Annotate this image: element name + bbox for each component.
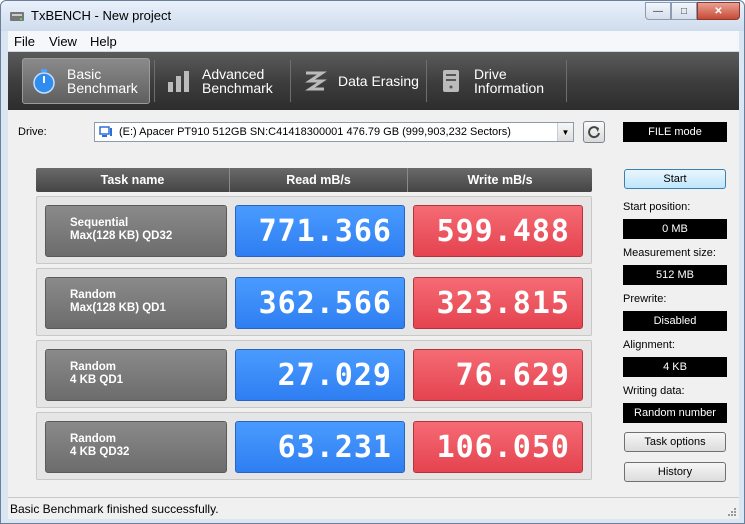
menu-bar: File View Help bbox=[8, 31, 739, 52]
results-table-header: Task name Read mB/s Write mB/s bbox=[36, 168, 592, 192]
bar-chart-icon bbox=[168, 71, 189, 92]
file-mode-badge: FILE mode bbox=[623, 122, 727, 142]
toolbar-separator bbox=[154, 60, 155, 102]
task-name-line1: Random bbox=[70, 289, 116, 301]
eraser-icon bbox=[305, 71, 327, 91]
disk-icon bbox=[99, 126, 112, 137]
menu-file[interactable]: File bbox=[14, 34, 35, 49]
toolbar: Basic Benchmark Advanced Benchmark Data Er… bbox=[8, 52, 739, 110]
alignment-label: Alignment: bbox=[623, 339, 675, 351]
menu-view[interactable]: View bbox=[49, 34, 77, 49]
start-position-label: Start position: bbox=[623, 201, 691, 213]
task-button[interactable]: Random Max(128 KB) QD1 bbox=[45, 277, 227, 329]
read-value: 27.029 bbox=[235, 349, 405, 401]
drive-icon bbox=[443, 70, 459, 92]
tab-advanced-benchmark[interactable]: Advanced Benchmark bbox=[158, 58, 286, 104]
write-value: 599.488 bbox=[413, 205, 583, 257]
app-icon bbox=[10, 12, 24, 21]
prewrite-value: Disabled bbox=[623, 311, 727, 331]
main-panel: Drive: (E:) Apacer PT910 512GB SN:C41418… bbox=[8, 110, 739, 497]
status-text: Basic Benchmark finished successfully. bbox=[10, 502, 219, 516]
tab-data-erasing[interactable]: Data Erasing bbox=[294, 58, 422, 104]
task-button[interactable]: Random 4 KB QD1 bbox=[45, 349, 227, 401]
drive-select[interactable]: (E:) Apacer PT910 512GB SN:C41418300001 … bbox=[94, 122, 574, 142]
alignment-value: 4 KB bbox=[623, 357, 727, 377]
drive-label: Drive: bbox=[18, 126, 47, 138]
read-value: 63.231 bbox=[235, 421, 405, 473]
app-window: TxBENCH - New project — □ ✕ File View He… bbox=[0, 0, 745, 524]
task-name-line1: Random bbox=[70, 433, 116, 445]
toolbar-separator bbox=[290, 60, 291, 102]
start-button[interactable]: Start bbox=[624, 169, 726, 189]
task-name-line2: 4 KB QD32 bbox=[70, 446, 130, 458]
menu-help[interactable]: Help bbox=[90, 34, 117, 49]
result-row-random-max-qd1: Random Max(128 KB) QD1 362.566 323.815 bbox=[36, 268, 592, 336]
header-read: Read mB/s bbox=[230, 168, 408, 192]
history-button[interactable]: History bbox=[624, 462, 726, 482]
stopwatch-icon bbox=[33, 69, 55, 94]
maximize-icon: □ bbox=[680, 5, 688, 17]
refresh-icon bbox=[588, 126, 600, 139]
read-value: 771.366 bbox=[235, 205, 405, 257]
minimize-button[interactable]: — bbox=[645, 2, 671, 20]
minimize-icon: — bbox=[653, 5, 663, 17]
tab-basic-benchmark[interactable]: Basic Benchmark bbox=[22, 58, 150, 104]
start-position-value: 0 MB bbox=[623, 219, 727, 239]
tab-drive-information-line2: Information bbox=[474, 80, 545, 96]
result-row-sequential-qd32: Sequential Max(128 KB) QD32 771.366 599.… bbox=[36, 196, 592, 264]
status-bar: Basic Benchmark finished successfully. bbox=[8, 497, 739, 519]
task-name-line1: Random bbox=[70, 361, 116, 373]
task-name-line2: 4 KB QD1 bbox=[70, 374, 124, 386]
maximize-button[interactable]: □ bbox=[671, 2, 697, 20]
header-task-name: Task name bbox=[36, 168, 230, 192]
task-name-line2: Max(128 KB) QD1 bbox=[70, 302, 166, 314]
write-value: 323.815 bbox=[413, 277, 583, 329]
toolbar-separator bbox=[566, 60, 567, 102]
measurement-size-label: Measurement size: bbox=[623, 247, 716, 259]
close-icon: ✕ bbox=[714, 5, 723, 17]
tab-data-erasing-label: Data Erasing bbox=[338, 73, 419, 89]
chevron-down-icon[interactable]: ▼ bbox=[557, 123, 573, 141]
measurement-size-value: 512 MB bbox=[623, 265, 727, 285]
result-row-random-4k-qd1: Random 4 KB QD1 27.029 76.629 bbox=[36, 340, 592, 408]
refresh-button[interactable] bbox=[583, 121, 605, 143]
tab-drive-information[interactable]: Drive Information bbox=[430, 58, 562, 104]
window-title: TxBENCH - New project bbox=[31, 8, 172, 23]
task-options-button[interactable]: Task options bbox=[624, 432, 726, 452]
tab-advanced-benchmark-line2: Benchmark bbox=[202, 80, 273, 96]
writing-data-label: Writing data: bbox=[623, 385, 685, 397]
resize-grip-icon[interactable] bbox=[727, 507, 737, 517]
task-button[interactable]: Random 4 KB QD32 bbox=[45, 421, 227, 473]
write-value: 76.629 bbox=[413, 349, 583, 401]
prewrite-label: Prewrite: bbox=[623, 293, 667, 305]
write-value: 106.050 bbox=[413, 421, 583, 473]
drive-select-value: (E:) Apacer PT910 512GB SN:C41418300001 … bbox=[119, 126, 511, 138]
task-name-line1: Sequential bbox=[70, 217, 129, 229]
close-button[interactable]: ✕ bbox=[697, 2, 740, 20]
task-name-line2: Max(128 KB) QD32 bbox=[70, 230, 173, 242]
tab-basic-benchmark-line2: Benchmark bbox=[67, 80, 138, 96]
writing-data-value: Random number bbox=[623, 403, 727, 423]
title-bar: TxBENCH - New project — □ ✕ bbox=[1, 1, 744, 31]
result-row-random-4k-qd32: Random 4 KB QD32 63.231 106.050 bbox=[36, 412, 592, 480]
toolbar-separator bbox=[426, 60, 427, 102]
read-value: 362.566 bbox=[235, 277, 405, 329]
task-button[interactable]: Sequential Max(128 KB) QD32 bbox=[45, 205, 227, 257]
header-write: Write mB/s bbox=[467, 173, 533, 187]
